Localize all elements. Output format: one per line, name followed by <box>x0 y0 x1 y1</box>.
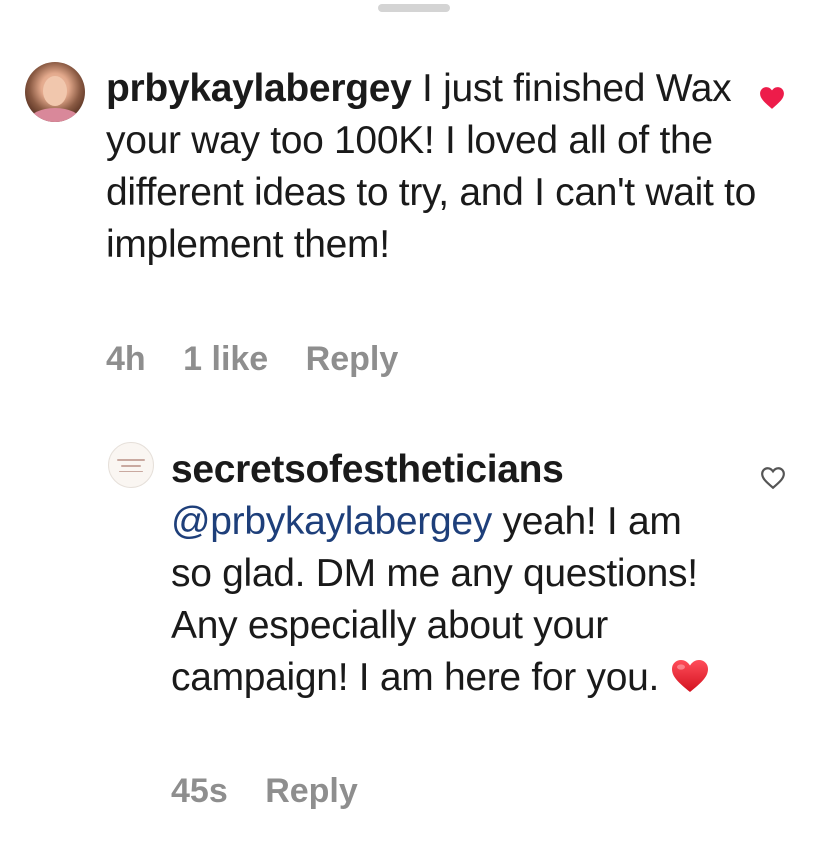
comment-username[interactable]: secretsofestheticians <box>171 448 564 491</box>
comment-username[interactable]: prbykaylabergey <box>106 67 412 110</box>
comment-like-count[interactable]: 1 like <box>183 340 268 378</box>
logo-mark <box>117 459 145 461</box>
red-heart-emoji-icon <box>671 660 708 692</box>
logo-mark <box>119 471 143 472</box>
comment-body: secretsofestheticians @prbykaylabergey ye… <box>171 444 731 704</box>
avatar[interactable] <box>25 62 85 122</box>
heart-filled-icon[interactable] <box>759 86 785 110</box>
logo-mark <box>121 465 141 467</box>
comment-mention[interactable]: @prbykaylabergey <box>171 500 492 543</box>
comment-timestamp: 4h <box>106 340 146 378</box>
avatar[interactable] <box>108 442 154 488</box>
avatar-shoulder <box>29 108 81 122</box>
comment-timestamp: 45s <box>171 772 228 810</box>
avatar-face <box>43 76 67 106</box>
sheet-drag-handle[interactable] <box>378 4 450 12</box>
comment-meta: 45s Reply <box>171 772 386 811</box>
heart-outline-icon[interactable] <box>760 466 786 490</box>
reply-button[interactable]: Reply <box>265 772 358 810</box>
reply-button[interactable]: Reply <box>306 340 399 378</box>
comment-meta: 4h 1 like Reply <box>106 340 426 379</box>
comment-body: prbykaylabergey I just finished Wax your… <box>106 63 766 271</box>
